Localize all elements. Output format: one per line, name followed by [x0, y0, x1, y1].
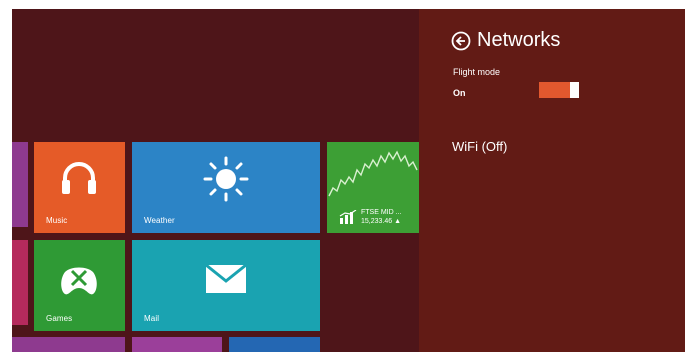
toggle-knob[interactable]	[570, 82, 579, 98]
sun-icon	[203, 156, 249, 202]
wifi-status[interactable]: WiFi (Off)	[452, 139, 507, 154]
flight-mode-toggle[interactable]	[539, 82, 579, 98]
music-tile[interactable]: Music	[34, 142, 125, 233]
games-tile[interactable]: Games	[34, 240, 125, 331]
mail-tile[interactable]: Mail	[132, 240, 320, 331]
weather-tile[interactable]: Weather	[132, 142, 320, 233]
flight-mode-state: On	[453, 88, 466, 98]
networks-pane: Networks Flight mode On WiFi (Off)	[419, 9, 685, 352]
stock-line-icon	[328, 150, 418, 197]
partial-tile-bottom-purple[interactable]	[12, 337, 125, 352]
finance-index-value: 15,233.46 ▲	[361, 218, 402, 225]
partial-tile-purple[interactable]	[12, 142, 28, 227]
xbox-controller-icon	[61, 267, 97, 295]
partial-tile-bottom-blue[interactable]	[229, 337, 320, 352]
finance-tile[interactable]: FTSE MID ... 15,233.46 ▲	[327, 142, 419, 233]
games-tile-label: Games	[46, 314, 73, 323]
partial-tile-bottom-violet[interactable]	[132, 337, 222, 352]
partial-tile-magenta[interactable]	[12, 240, 28, 325]
back-arrow-icon[interactable]	[451, 31, 471, 51]
mail-envelope-icon	[205, 264, 247, 293]
headphones-icon	[62, 162, 96, 194]
flight-mode-label: Flight mode	[453, 67, 501, 77]
pane-title: Networks	[477, 29, 561, 51]
music-tile-label: Music	[46, 216, 68, 225]
finance-index-name: FTSE MID ...	[361, 209, 402, 216]
weather-tile-label: Weather	[144, 216, 175, 225]
start-screen: Music Weather FTSE MID ... 15,233.46 ▲ G…	[12, 9, 419, 352]
mail-tile-label: Mail	[144, 314, 160, 323]
stock-chart-icon	[339, 210, 357, 224]
